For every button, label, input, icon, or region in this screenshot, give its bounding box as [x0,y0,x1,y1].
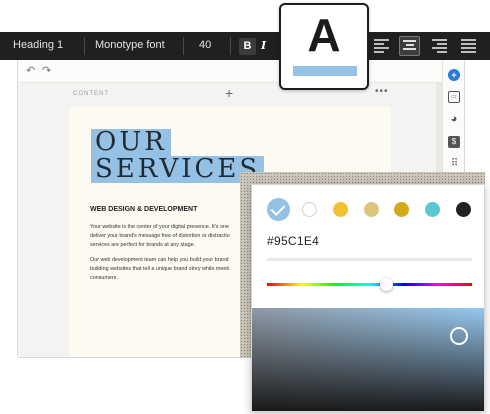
plus-circle-icon[interactable]: + [448,69,460,81]
toolbar-divider [84,37,85,55]
section-label: CONTENT [73,91,109,97]
swatch-light-blue-selected[interactable] [267,198,290,221]
paragraph-1[interactable]: Your website is the center of your digit… [90,223,248,250]
align-center-icon[interactable] [399,36,420,56]
palette-icon[interactable]: ◕ [448,113,460,125]
text-color-letter-icon: A [307,9,341,61]
paragraph-line: building websites that tell a unique bra… [90,266,230,272]
more-options-icon[interactable]: ••• [375,86,389,97]
hue-slider-handle[interactable] [380,278,393,291]
toolbar-divider [230,37,231,55]
hero-title-line-1[interactable]: OUR [91,129,171,156]
speckled-backdrop [240,172,485,184]
font-size-input[interactable]: 40 [199,39,211,51]
swatch-yellow[interactable] [333,202,348,217]
align-left-icon[interactable] [374,39,389,53]
text-color-button[interactable]: A [279,3,369,90]
swatch-mustard[interactable] [394,202,409,217]
swatch-cyan[interactable] [425,202,440,217]
section-subheading[interactable]: WEB DESIGN & DEVELOPMENT [90,206,197,213]
paragraph-line: consumers. [90,275,118,281]
heading-style-select[interactable]: Heading 1 [13,39,63,51]
current-color-swatch [293,66,357,76]
embed-icon[interactable]: ▭ [448,91,460,103]
swatch-white[interactable] [302,202,317,217]
font-family-select[interactable]: Monotype font [95,39,165,51]
align-right-icon[interactable] [432,39,447,53]
toolbar-divider [183,37,184,55]
swatch-khaki[interactable] [364,202,379,217]
hex-input-underline [267,258,472,261]
color-selector-handle[interactable] [450,327,468,345]
color-picker-panel: #95C1E4 [251,184,485,412]
saturation-brightness-area[interactable] [252,308,484,411]
grid-icon[interactable]: ⠿ [448,158,460,170]
redo-icon[interactable]: ↷ [42,64,51,77]
paragraph-2[interactable]: Our web development team can help you bu… [90,256,248,283]
swatch-black[interactable] [456,202,471,217]
undo-icon[interactable]: ↶ [26,64,35,77]
paragraph-line: deliver your brand's message free of dis… [90,233,230,239]
paragraph-line: Your website is the center of your digit… [90,224,229,230]
italic-button[interactable]: I [261,39,266,52]
text-format-toolbar: Heading 1 Monotype font 40 B I [0,32,490,60]
hex-color-input[interactable]: #95C1E4 [267,234,319,248]
content-section-bar: CONTENT + ••• [18,83,442,105]
paragraph-line: services are perfect for brands at any s… [90,242,196,248]
editor-top-bar: ↶ ↷ [18,59,442,83]
hue-slider[interactable] [267,283,472,286]
add-block-icon[interactable]: + [225,85,233,101]
align-justify-icon[interactable] [461,39,476,53]
hero-title-line-2[interactable]: SERVICES [91,156,265,183]
paragraph-line: Our web development team can help you bu… [90,257,229,263]
dollar-icon[interactable]: $ [448,136,460,148]
bold-button[interactable]: B [239,38,256,55]
